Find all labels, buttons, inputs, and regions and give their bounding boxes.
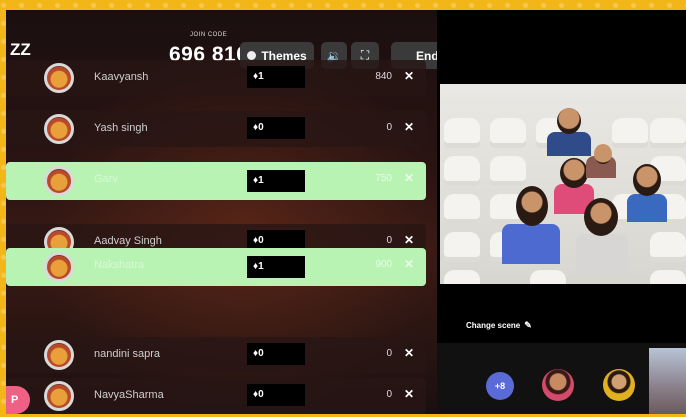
player-avatar: [44, 340, 74, 370]
remove-player-icon[interactable]: ✕: [404, 257, 414, 271]
remove-player-icon[interactable]: ✕: [404, 346, 414, 360]
participant-avatar[interactable]: [603, 369, 635, 401]
player-row-highlighted: Nakshatra ♦1 900 ✕: [6, 248, 426, 286]
video-call-panel: Change scene ✎ +8: [437, 10, 686, 414]
seat: [444, 270, 480, 284]
player-score: 0: [386, 348, 392, 359]
player-score: 0: [386, 122, 392, 133]
participant: [502, 224, 560, 264]
player-row: Yash singh ♦0 0 ✕: [6, 111, 426, 147]
player-name: Kaavyansh: [94, 71, 149, 83]
quiz-host-panel: ZZ JOIN CODE 696 816 Themes 🔉 ⛶ End Kaav…: [6, 10, 437, 414]
join-code-label: JOIN CODE: [190, 32, 228, 38]
seat: [650, 232, 686, 262]
palette-icon: [247, 51, 257, 60]
player-avatar: [44, 252, 74, 282]
player-name: nandini sapra: [94, 348, 161, 360]
player-row: NavyaSharma ♦0 0 ✕: [6, 378, 426, 414]
streak-badge: ♦0: [247, 384, 305, 406]
streak-badge: ♦1: [247, 256, 305, 278]
player-name: Aadvay Singh: [94, 235, 162, 247]
seat: [530, 270, 566, 284]
pencil-icon: ✎: [524, 320, 532, 330]
seat: [444, 194, 480, 224]
participant-strip: +8: [437, 343, 686, 414]
seat: [650, 118, 686, 148]
remove-player-icon[interactable]: ✕: [404, 387, 414, 401]
more-participants-button[interactable]: +8: [486, 372, 514, 400]
participant: [560, 158, 588, 188]
player-row-highlighted: Garv ♦1 750 ✕: [6, 162, 426, 200]
change-scene-button[interactable]: Change scene ✎: [466, 320, 532, 331]
participant: [557, 108, 581, 134]
seat: [490, 156, 526, 186]
seat: [444, 232, 480, 262]
participant: [547, 132, 591, 156]
player-score: 0: [386, 389, 392, 400]
participant: [633, 164, 661, 196]
player-row: Kaavyansh ♦1 840 ✕: [6, 60, 426, 96]
participant: [584, 198, 618, 236]
seat: [612, 118, 648, 148]
remove-player-icon[interactable]: ✕: [404, 69, 414, 83]
participants-video[interactable]: [440, 84, 686, 284]
participant: [594, 144, 612, 164]
streak-badge: ♦1: [247, 170, 305, 192]
participant-avatar[interactable]: [542, 369, 574, 401]
player-name: Yash singh: [94, 122, 148, 134]
seat: [490, 118, 526, 148]
participant: [576, 234, 628, 274]
player-score: 750: [375, 173, 392, 184]
player-avatar: [44, 63, 74, 93]
participant: [516, 186, 548, 226]
remove-player-icon[interactable]: ✕: [404, 171, 414, 185]
player-avatar: [44, 114, 74, 144]
participant: [627, 194, 667, 222]
remove-player-icon[interactable]: ✕: [404, 233, 414, 247]
player-score: 840: [375, 71, 392, 82]
change-scene-label: Change scene: [466, 321, 521, 330]
seat: [444, 118, 480, 148]
brand-logo: ZZ: [10, 40, 31, 59]
seat: [444, 156, 480, 186]
player-score: 0: [386, 235, 392, 246]
streak-badge: ♦0: [247, 343, 305, 365]
player-row: nandini sapra ♦0 0 ✕: [6, 337, 426, 373]
player-name: Garv: [94, 173, 118, 185]
streak-badge: ♦0: [247, 117, 305, 139]
player-avatar: [44, 381, 74, 411]
self-view-thumbnail[interactable]: [649, 348, 686, 414]
player-score: 900: [375, 259, 392, 270]
seat: [650, 270, 686, 284]
player-name: Nakshatra: [94, 259, 145, 271]
streak-badge: ♦1: [247, 66, 305, 88]
remove-player-icon[interactable]: ✕: [404, 120, 414, 134]
player-avatar: [44, 166, 74, 196]
player-name: NavyaSharma: [94, 389, 164, 401]
